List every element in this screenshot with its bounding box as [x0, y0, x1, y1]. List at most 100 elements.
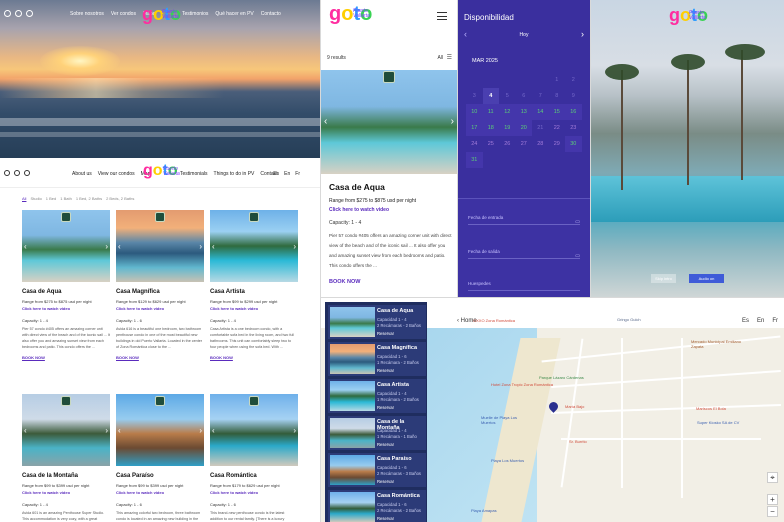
- chevron-right-icon[interactable]: ›: [451, 116, 454, 127]
- listing-title[interactable]: Casa Romántica: [210, 473, 298, 479]
- whatsapp-icon[interactable]: [24, 170, 30, 176]
- map-listing-item[interactable]: Casa de la Montaña Capacidad 1 - 41 Recám…: [328, 416, 426, 450]
- listing-title[interactable]: Casa Paraíso: [116, 473, 204, 479]
- listing-photo[interactable]: ‹ ›: [210, 210, 298, 282]
- site-nav-link[interactable]: View our condos: [98, 171, 135, 177]
- map-listing-name[interactable]: Casa Magnífica: [377, 345, 417, 351]
- hero-nav-link[interactable]: Testimonios: [182, 11, 208, 17]
- guests-field[interactable]: Huespedes: [468, 281, 580, 291]
- calendar-day[interactable]: 9: [565, 88, 582, 104]
- calendar-day[interactable]: 26: [499, 136, 516, 152]
- chevron-left-icon[interactable]: ‹: [212, 426, 215, 435]
- listing-photo[interactable]: ‹ ›: [22, 210, 110, 282]
- chevron-right-icon[interactable]: ›: [199, 426, 202, 435]
- filter-tab[interactable]: Studio: [30, 196, 41, 201]
- calendar-day[interactable]: 25: [483, 136, 500, 152]
- reserve-button[interactable]: Reservar: [377, 479, 394, 484]
- listing-title[interactable]: Casa de la Montaña: [22, 473, 110, 479]
- watch-video-link[interactable]: Click here to watch video: [329, 207, 389, 213]
- calendar-day[interactable]: 23: [565, 120, 582, 136]
- zoom-out-button[interactable]: −: [767, 506, 778, 517]
- calendar-day[interactable]: 20: [515, 120, 532, 136]
- calendar-day[interactable]: 3: [466, 88, 483, 104]
- map-listing-name[interactable]: Casa Paraíso: [377, 456, 412, 462]
- chevron-right-icon[interactable]: ›: [581, 29, 584, 39]
- today-button[interactable]: Hoy: [458, 32, 590, 38]
- chevron-left-icon[interactable]: ‹: [324, 116, 327, 127]
- book-now-button[interactable]: BOOK NOW: [329, 279, 360, 285]
- chevron-right-icon[interactable]: ›: [199, 242, 202, 251]
- hero-nav-link[interactable]: Qué hacer en PV: [215, 11, 253, 17]
- hero-nav-link[interactable]: Sobre nosotros: [70, 11, 104, 17]
- listing-thumbnail[interactable]: [330, 344, 375, 374]
- check-out-field[interactable]: Fecha de salida ▭: [468, 249, 580, 259]
- watch-video-link[interactable]: Click here to watch video: [22, 306, 110, 311]
- chevron-left-icon[interactable]: ‹: [118, 242, 121, 251]
- chevron-right-icon[interactable]: ›: [105, 242, 108, 251]
- chevron-right-icon[interactable]: ›: [105, 426, 108, 435]
- language-link[interactable]: Fr: [772, 318, 778, 324]
- listing-thumbnail[interactable]: [330, 492, 375, 522]
- listing-photo[interactable]: ‹ ›: [116, 394, 204, 466]
- site-nav-link[interactable]: About us: [72, 171, 92, 177]
- calendar-day[interactable]: 30: [565, 136, 582, 152]
- listing-thumbnail[interactable]: [330, 381, 375, 411]
- reserve-button[interactable]: Reservar: [377, 516, 394, 521]
- calendar-day[interactable]: 11: [482, 104, 499, 120]
- filter-tab[interactable]: 1 Bath: [60, 196, 72, 201]
- listing-thumbnail[interactable]: [330, 418, 375, 448]
- reserve-button[interactable]: Reservar: [377, 331, 394, 336]
- map-pan-icon[interactable]: ⌖: [767, 472, 778, 483]
- listing-title[interactable]: Casa Magnífica: [116, 289, 204, 295]
- site-logo[interactable]: goto Puerto Vallarta: [329, 4, 372, 24]
- hamburger-menu-icon[interactable]: [437, 12, 447, 23]
- calendar-day[interactable]: 1: [549, 72, 566, 88]
- listing-title[interactable]: Casa de Aqua: [22, 289, 110, 295]
- chevron-left-icon[interactable]: ‹: [212, 242, 215, 251]
- listing-thumbnail[interactable]: [330, 455, 375, 485]
- site-nav-link[interactable]: Testimonials: [180, 171, 208, 177]
- site-logo[interactable]: goto Puerto Vallarta: [142, 5, 181, 23]
- calendar-day[interactable]: 16: [565, 104, 582, 120]
- listing-title[interactable]: Casa de Aqua: [329, 182, 385, 192]
- map-listing-name[interactable]: Casa Artista: [377, 382, 409, 388]
- calendar-day[interactable]: 4: [482, 88, 499, 104]
- calendar-day[interactable]: 29: [549, 136, 566, 152]
- calendar-day[interactable]: 8: [549, 88, 566, 104]
- listing-title[interactable]: Casa Artista: [210, 289, 298, 295]
- language-link[interactable]: Es: [742, 318, 749, 324]
- watch-video-link[interactable]: Click here to watch video: [210, 490, 298, 495]
- map-listing-item[interactable]: Casa Artista Capacidad 1 - 41 Recámara - …: [328, 379, 426, 413]
- listing-photo[interactable]: ‹ ›: [22, 394, 110, 466]
- chevron-right-icon[interactable]: ›: [293, 426, 296, 435]
- chevron-left-icon[interactable]: ‹: [24, 426, 27, 435]
- filter-tab[interactable]: All: [22, 196, 26, 201]
- reserve-button[interactable]: Reservar: [377, 442, 394, 447]
- map-listing-item[interactable]: Casa Magnífica Capacidad 1 - 61 Recámara …: [328, 342, 426, 376]
- calendar-day[interactable]: 12: [499, 104, 516, 120]
- filter-tab[interactable]: 1 Bed, 2 Baths: [76, 196, 102, 201]
- watch-video-link[interactable]: Click here to watch video: [210, 306, 298, 311]
- hero-nav-link[interactable]: Contacto: [261, 11, 281, 17]
- map-listing-name[interactable]: Casa de Aqua: [377, 308, 413, 314]
- language-link[interactable]: En: [284, 171, 290, 177]
- map-listing-name[interactable]: Casa Romántica: [377, 493, 420, 499]
- facebook-icon[interactable]: [4, 10, 11, 17]
- listing-photo[interactable]: ‹ ›: [321, 70, 457, 174]
- language-link[interactable]: En: [757, 318, 764, 324]
- site-logo[interactable]: goto Puerto Vallarta: [143, 163, 180, 179]
- map-listing-item[interactable]: Casa Paraíso Capacidad 1 - 62 Recámaras -…: [328, 453, 426, 487]
- hero-nav-link[interactable]: Ver condos: [111, 11, 136, 17]
- reserve-button[interactable]: Reservar: [377, 368, 394, 373]
- audio-on-button[interactable]: Audio on: [689, 274, 724, 283]
- filter-tab[interactable]: 2 Beds, 2 Baths: [106, 196, 134, 201]
- calendar-day[interactable]: 17: [466, 120, 483, 136]
- watch-video-link[interactable]: Click here to watch video: [116, 306, 204, 311]
- calendar-day[interactable]: 10: [466, 104, 483, 120]
- calendar-day[interactable]: 15: [548, 104, 565, 120]
- calendar-day[interactable]: 19: [499, 120, 516, 136]
- calendar-day[interactable]: 6: [516, 88, 533, 104]
- calendar-day[interactable]: 2: [565, 72, 582, 88]
- skip-intro-button[interactable]: Skip intro: [651, 274, 676, 283]
- watch-video-link[interactable]: Click here to watch video: [116, 490, 204, 495]
